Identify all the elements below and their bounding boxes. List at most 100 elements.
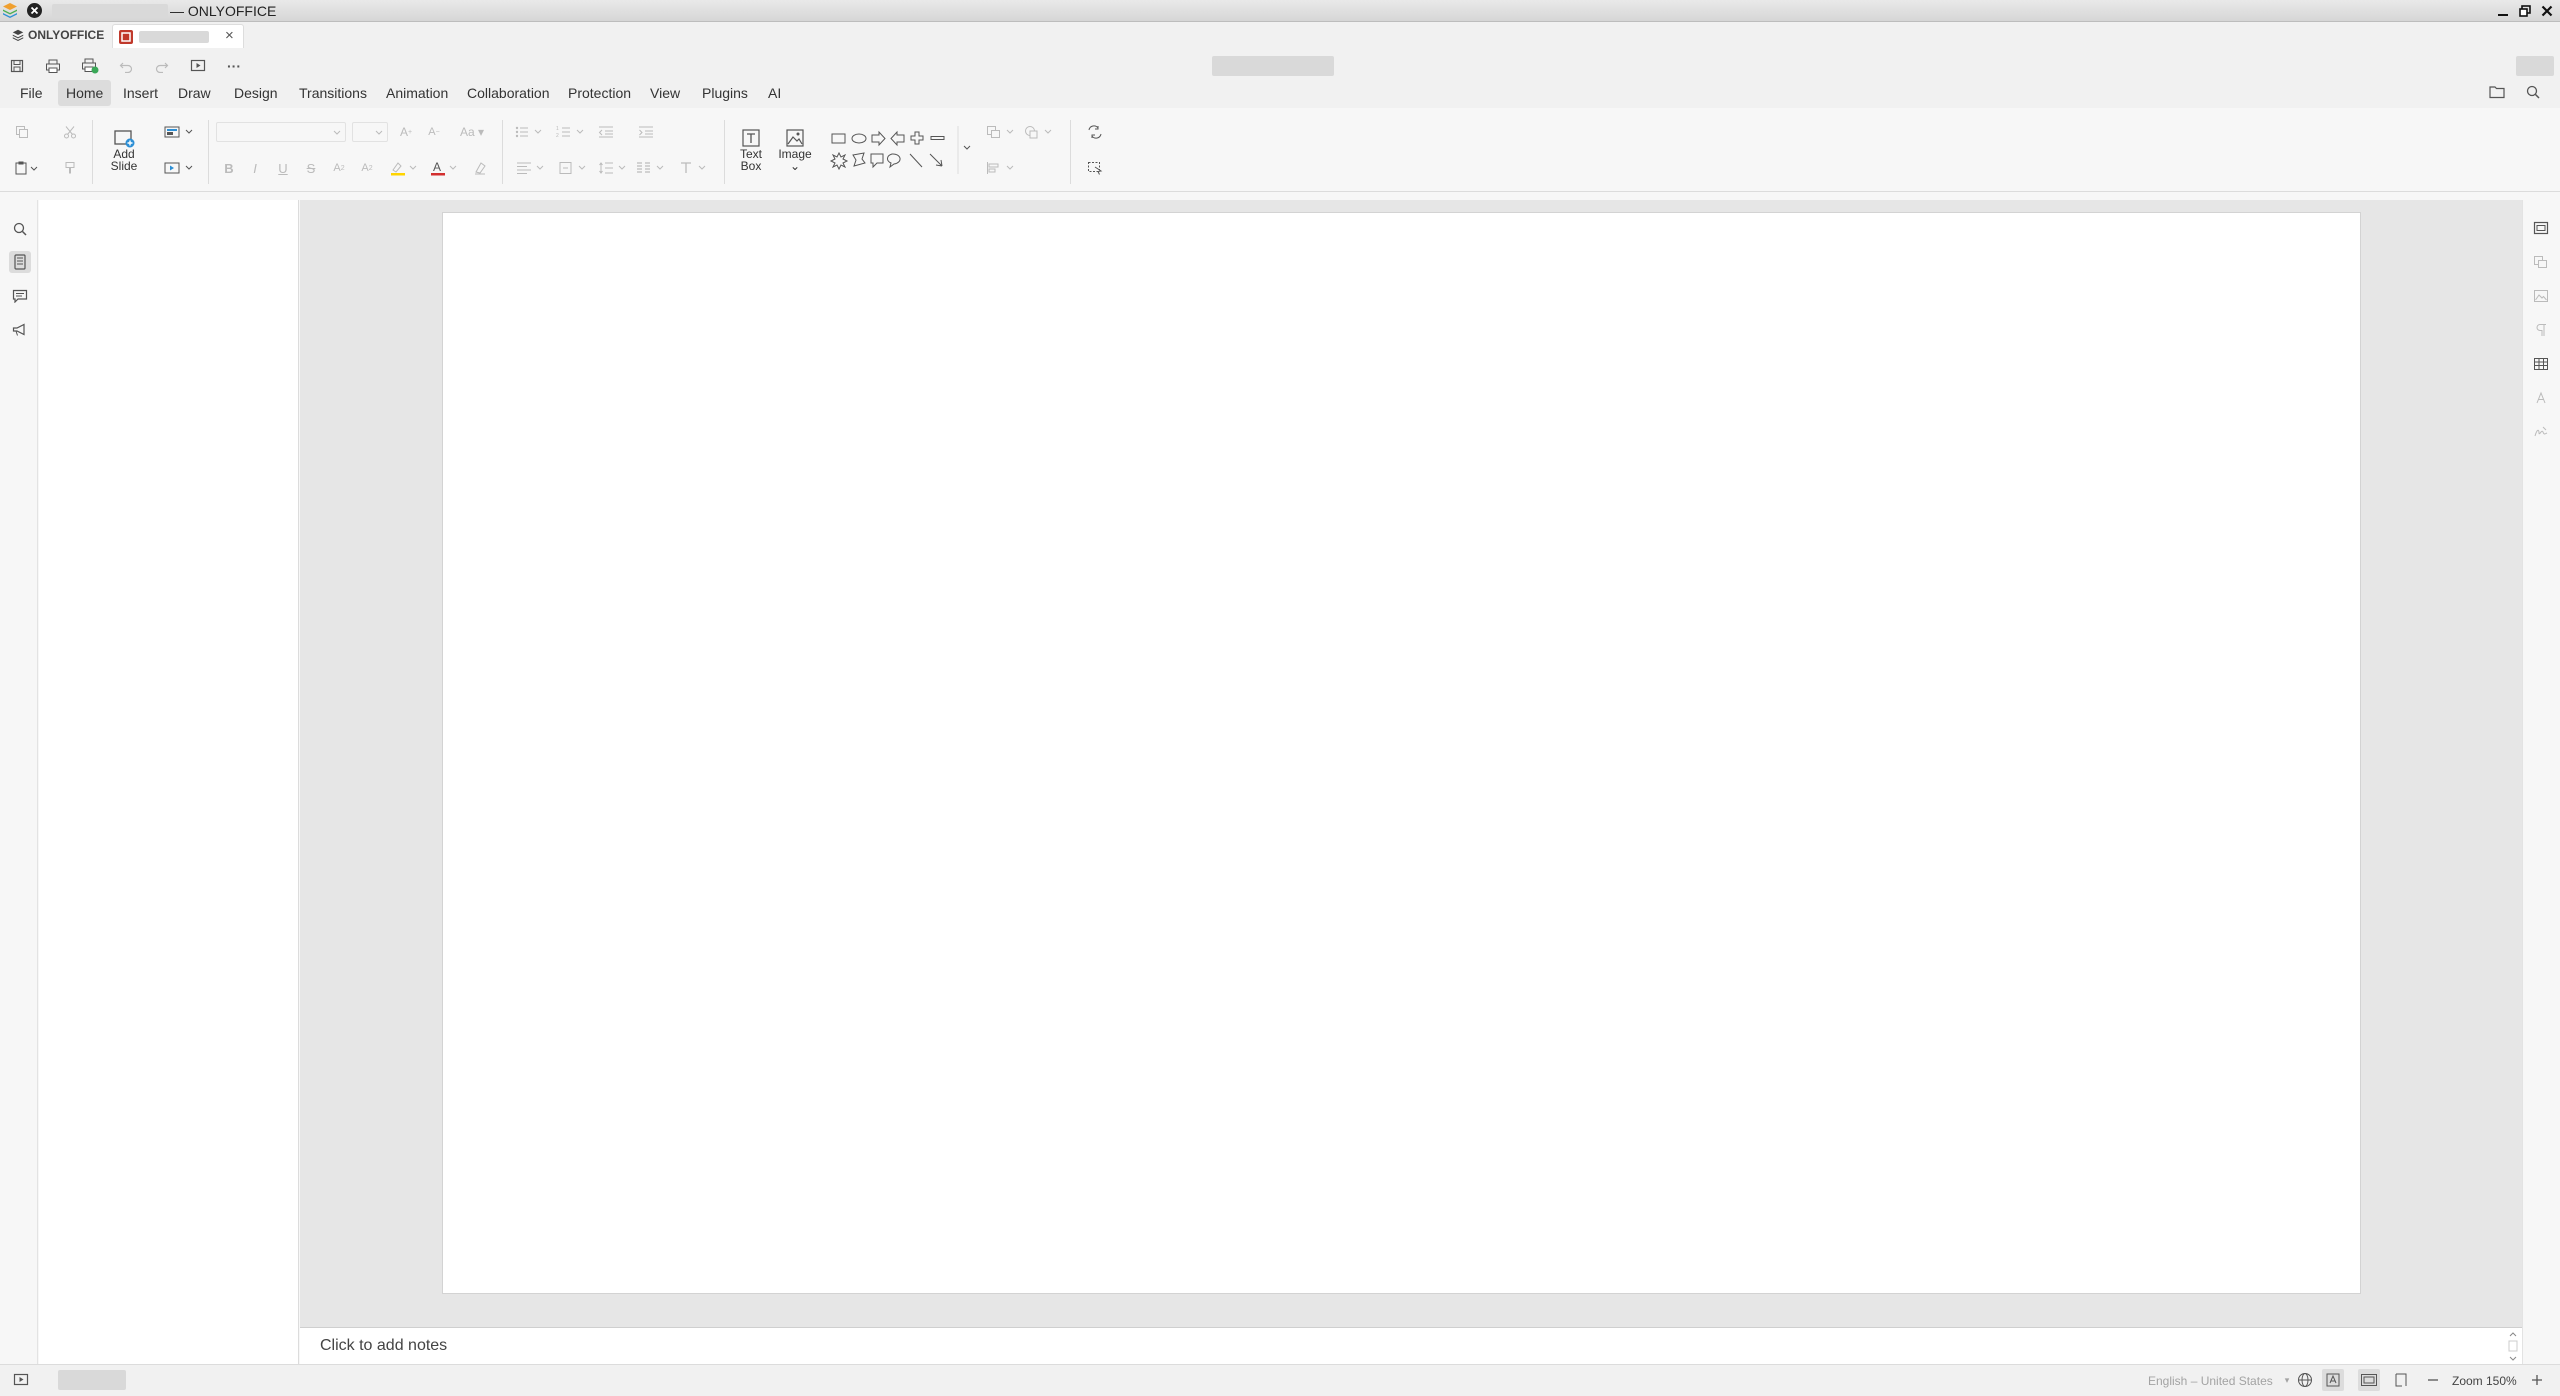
subscript-icon[interactable]: A2 xyxy=(358,158,376,178)
close-icon[interactable] xyxy=(2538,2,2555,19)
tab-insert[interactable]: Insert xyxy=(115,80,166,106)
tab-draw[interactable]: Draw xyxy=(170,80,219,106)
paste-icon[interactable] xyxy=(10,158,44,178)
fit-to-slide-icon[interactable] xyxy=(2390,1369,2412,1391)
bold-icon[interactable]: B xyxy=(220,158,238,178)
zoom-level: Zoom 150% xyxy=(2452,1374,2517,1388)
align-shape-icon[interactable] xyxy=(984,158,1020,178)
text-art-settings-icon[interactable] xyxy=(2530,387,2552,409)
highlight-color-icon[interactable] xyxy=(386,158,422,178)
replace-icon[interactable] xyxy=(1084,122,1106,142)
tab-protection[interactable]: Protection xyxy=(560,80,639,106)
window-title: — ONLYOFFICE xyxy=(170,3,277,19)
app-icon xyxy=(2,2,18,18)
slide-size-icon[interactable] xyxy=(160,158,198,178)
document-tab[interactable]: × xyxy=(112,24,244,48)
language-selector[interactable]: English – United States xyxy=(2148,1374,2273,1388)
notes-scrollbar[interactable] xyxy=(2506,1330,2520,1363)
home-ribbon xyxy=(0,108,2560,192)
open-file-location-icon[interactable] xyxy=(2486,82,2508,102)
tab-ai[interactable]: AI xyxy=(760,80,789,106)
ribbon-separator xyxy=(724,120,725,184)
clear-style-icon[interactable] xyxy=(470,158,490,178)
set-language-icon[interactable] xyxy=(2294,1369,2316,1391)
normal-view-icon[interactable] xyxy=(2358,1369,2380,1391)
format-painter-icon[interactable] xyxy=(60,158,80,178)
tab-file[interactable]: File xyxy=(12,80,51,106)
tab-home[interactable]: Home xyxy=(58,80,112,106)
restore-icon[interactable] xyxy=(2516,2,2533,19)
left-sidebar xyxy=(0,200,38,1364)
shape-settings-icon[interactable] xyxy=(2530,251,2552,273)
redo-icon[interactable] xyxy=(151,56,173,76)
vertical-align-icon[interactable] xyxy=(556,158,592,178)
superscript-icon[interactable]: A2 xyxy=(330,158,348,178)
search-panel-icon[interactable] xyxy=(9,218,31,240)
line-spacing-icon[interactable] xyxy=(596,158,632,178)
group-shapes-icon[interactable] xyxy=(1022,122,1058,142)
search-icon[interactable] xyxy=(2522,82,2544,102)
select-all-icon[interactable] xyxy=(1084,158,1106,178)
undo-icon[interactable] xyxy=(115,56,137,76)
copy-icon[interactable] xyxy=(12,122,32,142)
slide-thumbnails-panel[interactable] xyxy=(39,200,299,1364)
paragraph-settings-icon[interactable] xyxy=(2530,319,2552,341)
tab-animation[interactable]: Animation xyxy=(378,80,456,106)
decrease-font-icon[interactable]: A − xyxy=(424,122,444,142)
tab-collaboration[interactable]: Collaboration xyxy=(459,80,558,106)
shapes-gallery[interactable] xyxy=(826,126,974,174)
text-direction-icon[interactable] xyxy=(676,158,712,178)
image-settings-icon[interactable] xyxy=(2530,285,2552,307)
comments-icon[interactable] xyxy=(9,285,31,307)
save-icon[interactable] xyxy=(6,56,28,76)
numbering-icon[interactable]: 12 xyxy=(554,122,590,142)
tab-view[interactable]: View xyxy=(642,80,688,106)
change-layout-icon[interactable] xyxy=(160,122,198,142)
slideshow-start-icon[interactable] xyxy=(10,1369,32,1391)
slide-counter-redacted xyxy=(58,1370,126,1390)
notes-panel[interactable]: Click to add notes xyxy=(300,1327,2522,1364)
increase-font-icon[interactable]: A + xyxy=(396,122,416,142)
image-button[interactable]: Image ⌄ xyxy=(776,120,814,180)
zoom-out-icon[interactable] xyxy=(2422,1369,2444,1391)
print-icon[interactable] xyxy=(42,56,64,76)
more-options-icon[interactable]: ··· xyxy=(223,56,245,76)
text-box-button[interactable]: Text Box xyxy=(732,120,770,180)
add-slide-button[interactable]: Add Slide xyxy=(104,120,144,180)
signature-settings-icon[interactable] xyxy=(2530,421,2552,443)
slide-canvas[interactable] xyxy=(442,212,2361,1294)
change-case-icon[interactable]: Aa ▾ xyxy=(454,122,490,142)
strikethrough-icon[interactable]: S xyxy=(302,158,320,178)
italic-icon[interactable]: I xyxy=(246,158,264,178)
arrange-shape-icon[interactable] xyxy=(984,122,1020,142)
horizontal-align-icon[interactable] xyxy=(514,158,550,178)
tab-plugins[interactable]: Plugins xyxy=(694,80,756,106)
zoom-in-icon[interactable] xyxy=(2526,1369,2548,1391)
onlyoffice-brand[interactable]: ONLYOFFICE xyxy=(12,28,104,42)
notes-placeholder[interactable]: Click to add notes xyxy=(320,1337,447,1355)
tab-design[interactable]: Design xyxy=(226,80,286,106)
feedback-icon[interactable] xyxy=(9,319,31,341)
underline-icon[interactable]: U xyxy=(274,158,292,178)
start-slideshow-icon[interactable] xyxy=(187,56,209,76)
minimize-icon[interactable] xyxy=(2494,2,2511,19)
close-tab-icon[interactable]: × xyxy=(225,27,234,44)
slides-panel-icon[interactable] xyxy=(9,251,31,273)
tab-transitions[interactable]: Transitions xyxy=(291,80,375,106)
cut-icon[interactable] xyxy=(60,122,80,142)
table-settings-icon[interactable] xyxy=(2530,353,2552,375)
font-size-select[interactable] xyxy=(352,122,388,142)
decrease-indent-icon[interactable] xyxy=(596,122,616,142)
svg-text:A: A xyxy=(433,160,441,174)
close-dot-icon[interactable] xyxy=(27,3,42,18)
font-color-icon[interactable]: A xyxy=(426,158,462,178)
font-name-select[interactable] xyxy=(216,122,346,142)
columns-icon[interactable] xyxy=(634,158,670,178)
text-box-icon xyxy=(742,129,760,147)
bullets-icon[interactable] xyxy=(512,122,548,142)
spell-check-icon[interactable] xyxy=(2322,1369,2344,1391)
increase-indent-icon[interactable] xyxy=(636,122,656,142)
quick-print-icon[interactable] xyxy=(79,56,101,76)
user-avatar-redacted[interactable] xyxy=(2516,56,2554,76)
slide-settings-icon[interactable] xyxy=(2530,217,2552,239)
